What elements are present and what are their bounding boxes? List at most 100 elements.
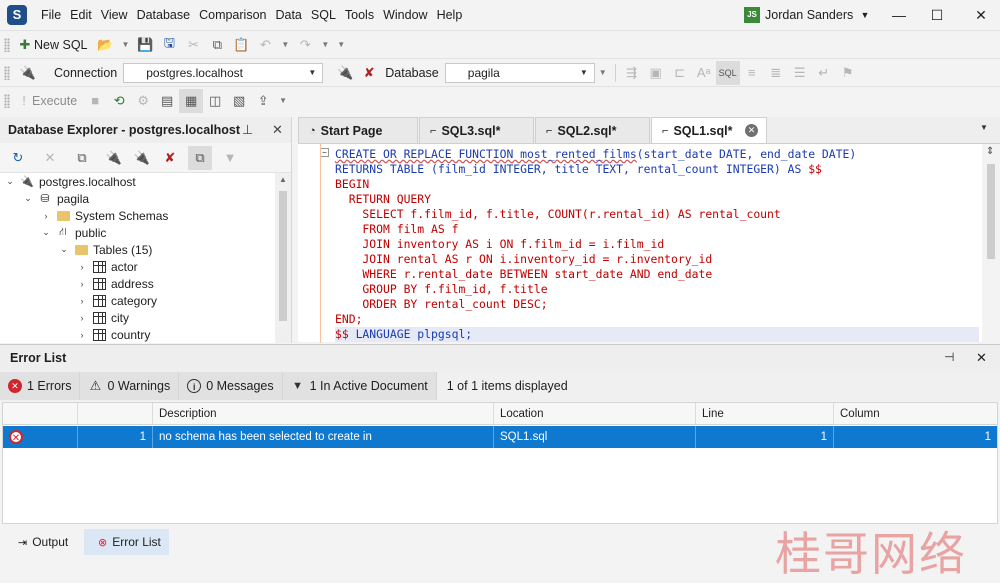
execute-button[interactable]: ! Execute: [16, 89, 83, 113]
history-icon[interactable]: ⟲: [107, 89, 131, 113]
paste-icon[interactable]: 📋: [229, 33, 253, 57]
minimize-button[interactable]: —: [880, 0, 918, 30]
user-account[interactable]: JS Jordan Sanders: [744, 7, 853, 23]
code-content[interactable]: CREATE OR REPLACE FUNCTION most_rented_f…: [335, 147, 979, 342]
save-all-icon[interactable]: 🖫: [157, 33, 181, 57]
errors-filter-button[interactable]: ✕ 1 Errors: [0, 372, 81, 400]
close-panel-icon[interactable]: ✕: [976, 350, 987, 366]
export-icon[interactable]: ⇪: [251, 89, 275, 113]
column-header-location[interactable]: Location: [494, 403, 696, 425]
menu-comparison[interactable]: Comparison: [196, 0, 272, 30]
menu-data[interactable]: Data: [272, 0, 307, 30]
table-row[interactable]: ✕ 1 no schema has been selected to creat…: [3, 426, 997, 448]
save-icon[interactable]: 💾: [133, 33, 157, 57]
scroll-up-icon[interactable]: ▲: [279, 175, 287, 184]
chevron-right-icon[interactable]: ›: [76, 296, 88, 306]
tab-output[interactable]: ⇥ Output: [4, 529, 76, 555]
explorer-scrollbar[interactable]: ▲: [275, 173, 291, 343]
chevron-down-icon[interactable]: ⌄: [4, 176, 16, 187]
toolbar-grip[interactable]: [4, 93, 10, 108]
menu-edit[interactable]: Edit: [67, 0, 98, 30]
delete-icon[interactable]: ✕: [38, 146, 62, 170]
toolbar-options-icon[interactable]: ▼: [279, 96, 287, 105]
connect-icon[interactable]: 🔌: [333, 61, 357, 85]
connection-select[interactable]: postgres.localhost ▼: [123, 62, 324, 83]
toolbar-grip[interactable]: [4, 65, 10, 80]
tree-node-database[interactable]: ⌄ ⛁ pagila: [0, 190, 276, 207]
chevron-right-icon[interactable]: ›: [40, 211, 52, 221]
collapse-region-icon[interactable]: −: [320, 148, 329, 157]
word-wrap-icon[interactable]: ↵: [812, 61, 836, 85]
filter-icon[interactable]: ▼: [218, 146, 242, 170]
redo-icon[interactable]: ↷: [293, 33, 317, 57]
tree-node-schema[interactable]: ⌄ ⛙ public: [0, 224, 276, 241]
menu-database[interactable]: Database: [134, 0, 197, 30]
chevron-down-icon[interactable]: ⌄: [40, 227, 52, 238]
pin-icon[interactable]: ⊥: [242, 122, 253, 138]
database-select[interactable]: pagila ▼: [444, 62, 595, 83]
tab-error-list[interactable]: ⊗ Error List: [84, 529, 169, 555]
scrollbar-thumb[interactable]: [279, 191, 287, 321]
scrollbar-thumb[interactable]: [987, 164, 995, 259]
chevron-down-icon[interactable]: ⌄: [58, 244, 70, 255]
copy-icon[interactable]: ⧉: [188, 145, 212, 170]
results-grid-icon[interactable]: ▦: [179, 88, 204, 113]
tree-node-table[interactable]: › city: [0, 309, 276, 326]
column-header-line[interactable]: Line: [696, 403, 834, 425]
stop-icon[interactable]: ■: [83, 89, 107, 113]
messages-filter-button[interactable]: i 0 Messages: [179, 372, 283, 400]
tree-node-table[interactable]: › actor: [0, 258, 276, 275]
close-panel-icon[interactable]: ✕: [272, 122, 283, 138]
tab-sql2[interactable]: ⌐ SQL2.sql*: [535, 117, 650, 143]
indent-icon[interactable]: ☰: [788, 61, 812, 85]
cut-icon[interactable]: ✂: [181, 33, 205, 57]
chevron-right-icon[interactable]: ›: [76, 279, 88, 289]
tab-list-dropdown-icon[interactable]: ▼: [980, 123, 988, 132]
chevron-right-icon[interactable]: ›: [76, 262, 88, 272]
chevron-down-icon[interactable]: ▼: [281, 40, 289, 49]
open-file-icon[interactable]: 📂: [94, 33, 118, 57]
copy-icon[interactable]: ⧉: [205, 33, 229, 57]
comment-icon[interactable]: ≡: [740, 61, 764, 85]
disconnect-icon[interactable]: ✘: [158, 146, 182, 170]
disconnect-icon[interactable]: ✘: [357, 61, 381, 85]
tree-node-table[interactable]: › country: [0, 326, 276, 343]
sql-mode-icon[interactable]: SQL: [715, 60, 740, 85]
column-header-description[interactable]: Description: [153, 403, 494, 425]
chevron-down-icon[interactable]: ⌄: [22, 193, 34, 204]
tree-node-tables[interactable]: ⌄ Tables (15): [0, 241, 276, 258]
connect-icon[interactable]: 🔌: [130, 146, 154, 170]
results-text-icon[interactable]: ▤: [155, 89, 179, 113]
undo-icon[interactable]: ↶: [253, 33, 277, 57]
toolbar-options-icon[interactable]: ▼: [337, 40, 345, 49]
tree-node-table[interactable]: › address: [0, 275, 276, 292]
warnings-filter-button[interactable]: ⚠ 0 Warnings: [80, 372, 180, 400]
column-header-column[interactable]: Column: [834, 403, 997, 425]
menu-help[interactable]: Help: [434, 0, 469, 30]
editor-scrollbar[interactable]: ⇕: [982, 144, 1000, 343]
refresh-icon[interactable]: ↻: [6, 146, 30, 170]
toolbar-options-icon[interactable]: ▼: [599, 68, 607, 77]
new-sql-button[interactable]: ✚ New SQL: [16, 33, 94, 57]
account-dropdown-icon[interactable]: ▼: [846, 0, 884, 30]
pin-icon[interactable]: ⊣: [944, 350, 954, 364]
menu-window[interactable]: Window: [380, 0, 433, 30]
tree-node-server[interactable]: ⌄ 🔌 postgres.localhost: [0, 173, 276, 190]
chevron-right-icon[interactable]: ›: [76, 330, 88, 340]
tree-node-system-schemas[interactable]: › System Schemas: [0, 207, 276, 224]
chart-icon[interactable]: ▧: [227, 89, 251, 113]
sql-editor[interactable]: − CREATE OR REPLACE FUNCTION most_rented…: [298, 143, 1000, 343]
menu-file[interactable]: File: [38, 0, 67, 30]
toolbar-grip[interactable]: [4, 37, 10, 52]
column-header-icon[interactable]: [3, 403, 78, 425]
menu-sql[interactable]: SQL: [308, 0, 342, 30]
split-view-icon[interactable]: ◫: [203, 89, 227, 113]
chevron-right-icon[interactable]: ›: [76, 313, 88, 323]
filter-objects-icon[interactable]: ⧉: [70, 146, 94, 170]
preview-icon[interactable]: ▣: [644, 61, 668, 85]
tab-sql1[interactable]: ⌐ SQL1.sql* ✕: [651, 117, 767, 143]
uncomment-icon[interactable]: ≣: [764, 61, 788, 85]
chevron-down-icon[interactable]: ▼: [122, 40, 130, 49]
maximize-button[interactable]: ☐: [918, 0, 956, 30]
tab-sql3[interactable]: ⌐ SQL3.sql*: [419, 117, 534, 143]
